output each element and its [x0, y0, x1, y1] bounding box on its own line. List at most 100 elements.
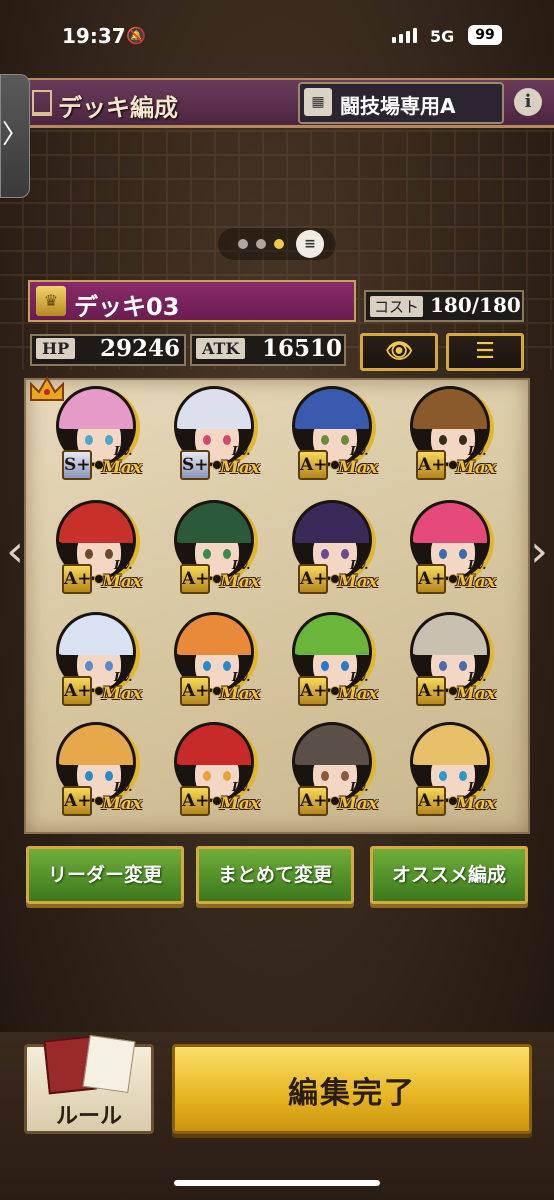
- unit-slot[interactable]: A+ Lv. Max: [42, 496, 146, 600]
- unit-eye: [105, 435, 113, 445]
- unit-hair: [295, 615, 369, 655]
- atk-value: 16510: [262, 335, 343, 362]
- unit-slot[interactable]: A+ Lv. Max: [396, 382, 500, 486]
- unit-slot[interactable]: A+ Lv. Max: [160, 608, 264, 712]
- unit-hair: [413, 725, 487, 765]
- unit-eye: [341, 435, 349, 445]
- unit-eye: [105, 549, 113, 559]
- unit-hair: [177, 503, 251, 543]
- unit-hair: [177, 725, 251, 765]
- unit-slot[interactable]: A+ Lv. Max: [278, 718, 382, 822]
- rules-label: ルール: [55, 1104, 122, 1129]
- bulk-change-label: まとめて変更: [217, 864, 332, 886]
- level-max-label: Max: [338, 458, 378, 478]
- unit-eye: [105, 661, 113, 671]
- menu-button[interactable]: ☰: [446, 333, 524, 371]
- level-max-label: Max: [456, 572, 496, 592]
- unit-eye: [85, 771, 93, 781]
- side-menu-tab[interactable]: 〉: [0, 74, 30, 198]
- level-label: Lv.: [350, 558, 369, 572]
- unit-slot[interactable]: A+ Lv. Max: [42, 608, 146, 712]
- level-label: Lv.: [350, 444, 369, 458]
- finish-editing-label: 編集完了: [288, 1076, 416, 1111]
- deck-list-button[interactable]: ≡: [296, 230, 324, 258]
- level-max-label: Max: [456, 684, 496, 704]
- level-label: Lv.: [468, 670, 487, 684]
- rank-badge: A+: [416, 786, 446, 816]
- rank-badge: S+: [180, 450, 210, 480]
- page-dot[interactable]: [238, 239, 248, 249]
- deck-type-label: 闘技場専用A: [340, 94, 456, 118]
- unit-eye: [105, 771, 113, 781]
- unit-hair: [177, 389, 251, 429]
- level-max-label: Max: [220, 794, 260, 814]
- battery-icon: 99: [468, 25, 502, 45]
- level-label: Lv.: [350, 780, 369, 794]
- prev-page-arrow[interactable]: ‹: [0, 528, 30, 576]
- info-button[interactable]: i: [514, 88, 542, 116]
- level-label: Lv.: [350, 670, 369, 684]
- mute-bell-icon: 🔕: [126, 26, 146, 45]
- unit-hair: [59, 503, 133, 543]
- unit-eye: [223, 435, 231, 445]
- home-indicator[interactable]: [174, 1180, 380, 1186]
- rule-paper-icon: [82, 1035, 136, 1093]
- unit-hair: [413, 389, 487, 429]
- level-label: Lv.: [114, 780, 133, 794]
- rank-badge: A+: [416, 450, 446, 480]
- rank-badge: A+: [62, 676, 92, 706]
- unit-eye: [321, 771, 329, 781]
- unit-slot[interactable]: A+ Lv. Max: [278, 496, 382, 600]
- unit-eye: [223, 549, 231, 559]
- leader-crown-icon: [30, 375, 64, 401]
- level-max-label: Max: [220, 572, 260, 592]
- unit-hair: [59, 615, 133, 655]
- unit-eye: [439, 435, 447, 445]
- next-page-arrow[interactable]: ›: [524, 528, 554, 576]
- unit-eye: [321, 661, 329, 671]
- unit-slot[interactable]: A+ Lv. Max: [396, 496, 500, 600]
- unit-hair: [295, 389, 369, 429]
- unit-slot[interactable]: A+ Lv. Max: [160, 718, 264, 822]
- change-leader-label: リーダー変更: [47, 864, 162, 886]
- unit-slot[interactable]: A+ Lv. Max: [278, 382, 382, 486]
- level-label: Lv.: [468, 558, 487, 572]
- unit-eye: [321, 435, 329, 445]
- recommended-formation-label: オススメ編成: [391, 864, 506, 886]
- unit-eye: [223, 661, 231, 671]
- level-max-label: Max: [338, 794, 378, 814]
- level-max-label: Max: [456, 794, 496, 814]
- unit-eye: [203, 435, 211, 445]
- rank-badge: A+: [416, 564, 446, 594]
- unit-slot[interactable]: S+ Lv. Max: [160, 382, 264, 486]
- unit-eye: [439, 549, 447, 559]
- unit-eye: [203, 771, 211, 781]
- level-label: Lv.: [232, 670, 251, 684]
- page-dot[interactable]: [256, 239, 266, 249]
- unit-slot[interactable]: A+ Lv. Max: [278, 608, 382, 712]
- rank-badge: A+: [180, 676, 210, 706]
- deck-type-icon: ▦: [304, 88, 332, 116]
- level-max-label: Max: [220, 458, 260, 478]
- unit-slot[interactable]: A+ Lv. Max: [396, 608, 500, 712]
- level-label: Lv.: [114, 670, 133, 684]
- unit-slot[interactable]: A+ Lv. Max: [160, 496, 264, 600]
- level-max-label: Max: [338, 572, 378, 592]
- unit-slot[interactable]: A+ Lv. Max: [42, 718, 146, 822]
- view-eye-button[interactable]: 👁: [360, 333, 438, 371]
- page-dot-active[interactable]: [274, 239, 284, 249]
- unit-hair: [59, 389, 133, 429]
- unit-eye: [85, 661, 93, 671]
- unit-hair: [177, 615, 251, 655]
- unit-hair: [413, 615, 487, 655]
- unit-slot[interactable]: A+ Lv. Max: [396, 718, 500, 822]
- level-max-label: Max: [456, 458, 496, 478]
- rank-badge: A+: [298, 564, 328, 594]
- level-max-label: Max: [338, 684, 378, 704]
- page-title: デッキ編成: [58, 94, 178, 122]
- rank-badge: S+: [62, 450, 92, 480]
- level-label: Lv.: [114, 558, 133, 572]
- castle-icon: [32, 90, 52, 116]
- rank-badge: A+: [298, 786, 328, 816]
- level-label: Lv.: [232, 558, 251, 572]
